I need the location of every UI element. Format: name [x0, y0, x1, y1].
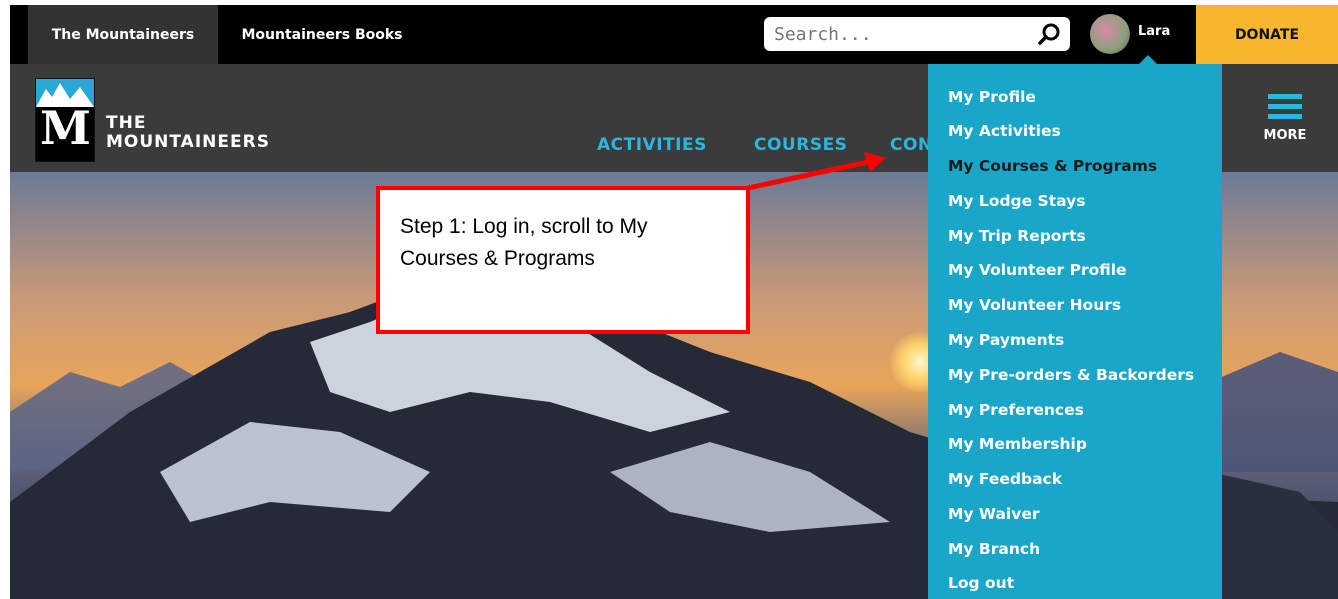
menu-item-my-branch[interactable]: My Branch [948, 540, 1040, 558]
account-dropdown-menu: My Profile My Activities My Courses & Pr… [928, 64, 1222, 599]
menu-item-my-payments[interactable]: My Payments [948, 331, 1064, 349]
nav-activities[interactable]: ACTIVITIES [597, 135, 707, 155]
tab-mountaineers-books[interactable]: Mountaineers Books [222, 5, 422, 64]
menu-item-my-activities[interactable]: My Activities [948, 122, 1061, 140]
search-icon[interactable] [1038, 22, 1062, 46]
menu-item-my-membership[interactable]: My Membership [948, 435, 1087, 453]
menu-item-my-lodge-stays[interactable]: My Lodge Stays [948, 192, 1085, 210]
donate-button[interactable]: DONATE [1196, 5, 1338, 64]
callout-text: Step 1: Log in, scroll to My Courses & P… [400, 215, 648, 270]
tab-the-mountaineers[interactable]: The Mountaineers [28, 5, 218, 64]
logo-line-2: MOUNTAINEERS [106, 132, 270, 152]
menu-item-my-preferences[interactable]: My Preferences [948, 401, 1084, 419]
menu-item-my-volunteer-profile[interactable]: My Volunteer Profile [948, 261, 1127, 279]
search-box [764, 17, 1070, 51]
avatar[interactable] [1090, 14, 1130, 54]
top-bar: The Mountaineers Mountaineers Books Lara… [10, 5, 1338, 65]
menu-item-my-waiver[interactable]: My Waiver [948, 505, 1040, 523]
logo-line-1: THE [106, 113, 147, 133]
nav-conservation[interactable]: CON [890, 135, 933, 155]
menu-item-my-feedback[interactable]: My Feedback [948, 470, 1062, 488]
menu-item-log-out[interactable]: Log out [948, 574, 1014, 592]
hamburger-icon [1268, 94, 1302, 119]
user-name[interactable]: Lara [1138, 24, 1170, 39]
menu-item-my-trip-reports[interactable]: My Trip Reports [948, 227, 1086, 245]
logo-letter: M [40, 101, 91, 155]
menu-item-my-profile[interactable]: My Profile [948, 88, 1036, 106]
logo-text[interactable]: THE MOUNTAINEERS [106, 114, 270, 152]
nav-courses[interactable]: COURSES [754, 135, 847, 155]
logo-icon[interactable]: M [35, 78, 95, 162]
more-menu-button[interactable]: MORE [1258, 94, 1312, 143]
menu-item-my-preorders-backorders[interactable]: My Pre-orders & Backorders [948, 366, 1194, 384]
search-input[interactable] [772, 22, 1016, 46]
instruction-callout: Step 1: Log in, scroll to My Courses & P… [376, 186, 750, 334]
more-label: MORE [1263, 128, 1307, 143]
menu-item-my-volunteer-hours[interactable]: My Volunteer Hours [948, 296, 1121, 314]
menu-item-my-courses-programs[interactable]: My Courses & Programs [948, 157, 1157, 175]
